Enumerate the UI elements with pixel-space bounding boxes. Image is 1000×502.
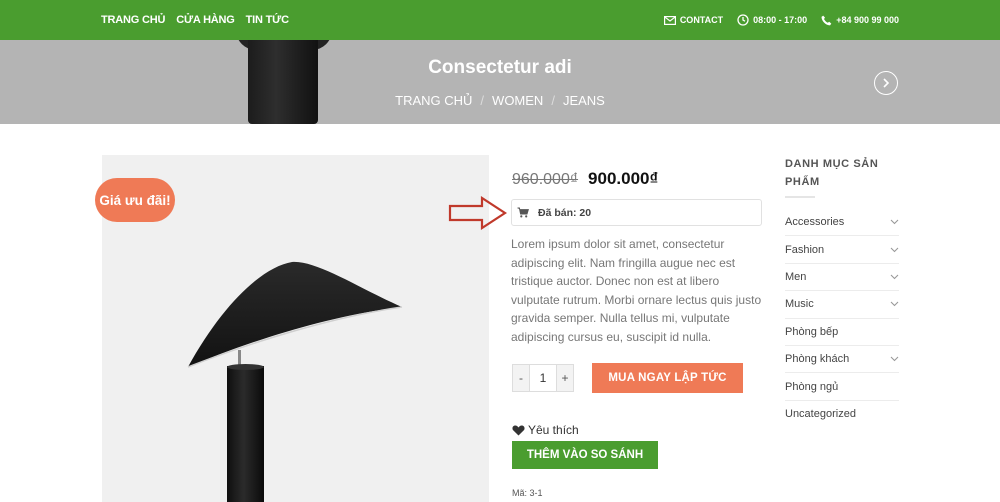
heart-icon	[512, 425, 525, 435]
phone-link[interactable]: +84 900 99 000	[821, 15, 899, 26]
category-label: Uncategorized	[785, 408, 856, 421]
clock-icon	[737, 14, 749, 26]
category-item-music[interactable]: Music	[785, 291, 899, 319]
contact-info: CONTACT 08:00 - 17:00 +84 900 99 000	[663, 0, 899, 40]
hours-text: 08:00 - 17:00	[753, 15, 808, 25]
old-price: 960.000₫	[512, 171, 579, 188]
breadcrumb: TRANG CHỦ / WOMEN / JEANS	[0, 93, 1000, 108]
breadcrumb-jeans[interactable]: JEANS	[563, 93, 605, 108]
qty-input[interactable]: 1	[529, 365, 557, 391]
category-label: Accessories	[785, 216, 845, 229]
phone-text: +84 900 99 000	[836, 15, 899, 25]
chevron-down-icon[interactable]	[890, 301, 899, 307]
nav-shop-link[interactable]: CỬA HÀNG	[176, 14, 235, 26]
main-nav: TRANG CHỦ CỬA HÀNG TIN TỨC	[101, 0, 289, 40]
breadcrumb-women[interactable]: WOMEN	[492, 93, 543, 108]
annotation-arrow-icon	[448, 196, 508, 230]
category-item-bedroom[interactable]: Phòng ngủ	[785, 373, 899, 401]
category-item-accessories[interactable]: Accessories	[785, 209, 899, 237]
sale-badge: Giá ưu đãi!	[95, 178, 175, 222]
category-label: Fashion	[785, 243, 825, 256]
banner-lamp-image	[248, 40, 318, 124]
qty-plus-button[interactable]: +	[557, 365, 573, 391]
wishlist-label: Yêu thích	[528, 423, 579, 437]
category-label: Phòng khách	[785, 353, 850, 366]
current-price: 900.000₫	[588, 169, 659, 188]
product-sku: Mã: 3-1	[512, 488, 543, 498]
sidebar-blank-area	[762, 422, 984, 484]
quantity-stepper: - 1 +	[512, 364, 574, 392]
envelope-icon	[663, 15, 676, 25]
cart-icon	[517, 207, 529, 218]
chevron-right-icon	[883, 78, 890, 88]
category-label: Men	[785, 270, 807, 283]
next-product-button[interactable]	[874, 71, 898, 95]
add-to-compare-button[interactable]: THÊM VÀO SO SÁNH	[512, 441, 658, 469]
qty-minus-button[interactable]: -	[513, 365, 529, 391]
category-item-kitchen[interactable]: Phòng bếp	[785, 319, 899, 346]
contact-link[interactable]: CONTACT	[663, 15, 724, 25]
product-description: Lorem ipsum dolor sit amet, consectetur …	[511, 237, 762, 344]
nav-home-link[interactable]: TRANG CHỦ	[101, 14, 165, 26]
sold-count: Đã bán: 20	[538, 206, 592, 219]
page-title-banner: Consectetur adi TRANG CHỦ / WOMEN / JEANS	[0, 40, 1000, 124]
category-list: Accessories Fashion Men Music Phòng bếp …	[785, 209, 899, 428]
opening-hours: 08:00 - 17:00	[737, 14, 807, 26]
category-widget-title: DANH MỤC SẢN PHẨM	[785, 158, 879, 188]
buy-now-button[interactable]: MUA NGAY LẬP TỨC	[592, 363, 743, 393]
wishlist-link[interactable]: Yêu thích	[512, 423, 579, 437]
page-title: Consectetur adi	[428, 57, 572, 78]
contact-label: CONTACT	[679, 15, 724, 25]
chevron-down-icon[interactable]	[890, 219, 899, 225]
phone-icon	[821, 15, 832, 25]
breadcrumb-separator: /	[480, 93, 485, 108]
breadcrumb-home[interactable]: TRANG CHỦ	[395, 93, 472, 108]
category-label: Phòng ngủ	[785, 380, 839, 393]
category-item-men[interactable]: Men	[785, 264, 899, 292]
chevron-down-icon[interactable]	[890, 247, 899, 253]
category-item-living-room[interactable]: Phòng khách	[785, 346, 899, 374]
title-divider	[785, 196, 815, 198]
nav-news-link[interactable]: TIN TỨC	[246, 14, 289, 26]
breadcrumb-separator: /	[551, 93, 555, 108]
category-label: Phòng bếp	[785, 325, 839, 338]
sold-count-box: Đã bán: 20	[511, 199, 762, 226]
top-bar: TRANG CHỦ CỬA HÀNG TIN TỨC CONTACT 08:00…	[0, 0, 1000, 40]
category-item-fashion[interactable]: Fashion	[785, 236, 899, 264]
chevron-down-icon[interactable]	[890, 274, 899, 280]
category-label: Music	[785, 298, 814, 311]
chevron-down-icon[interactable]	[890, 356, 899, 362]
price: 960.000₫ 900.000₫	[512, 169, 658, 189]
